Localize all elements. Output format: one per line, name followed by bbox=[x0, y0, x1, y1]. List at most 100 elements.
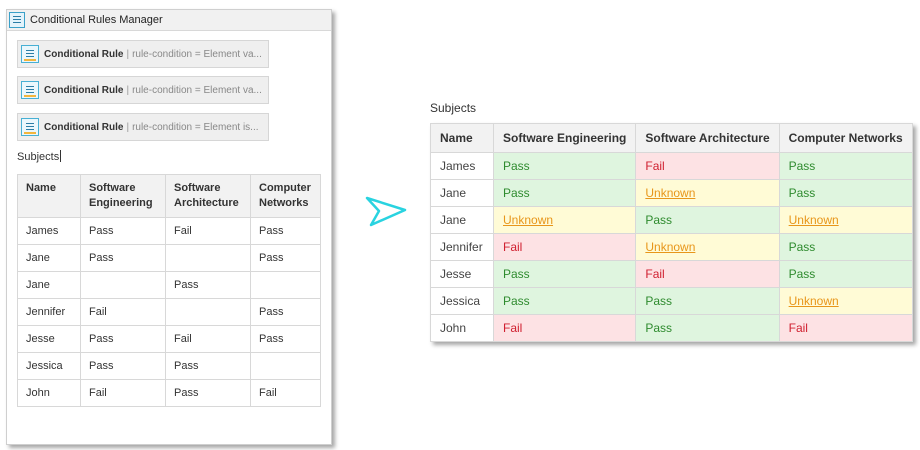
cell-computer-networks[interactable]: Fail bbox=[250, 379, 321, 407]
column-header-name: Name bbox=[17, 174, 81, 218]
cell-software-architecture[interactable]: Fail bbox=[165, 217, 251, 245]
cell-name[interactable]: Jennifer bbox=[17, 298, 81, 326]
table-row: Jessica Pass Pass bbox=[17, 352, 321, 380]
cell-software-engineering: Pass bbox=[492, 260, 637, 288]
table-row: Jane Pass bbox=[17, 271, 321, 299]
cell-software-engineering: Fail bbox=[492, 233, 637, 261]
cell-software-engineering[interactable]: Fail bbox=[80, 298, 166, 326]
conditional-rules-manager-panel: Conditional Rules Manager Conditional Ru… bbox=[6, 9, 332, 445]
cell-software-architecture[interactable]: Pass bbox=[165, 271, 251, 299]
column-header-computer-networks: Computer Networks bbox=[250, 174, 321, 218]
cell-software-architecture[interactable] bbox=[165, 244, 251, 272]
cell-software-engineering[interactable]: Pass bbox=[80, 244, 166, 272]
cell-software-engineering[interactable]: Pass bbox=[80, 352, 166, 380]
cell-software-architecture: Pass bbox=[635, 314, 780, 342]
column-header-software-engineering: Software Engineering bbox=[80, 174, 166, 218]
cell-software-engineering: Fail bbox=[492, 314, 637, 342]
column-header-computer-networks: Computer Networks bbox=[778, 123, 913, 153]
cell-computer-networks[interactable]: Unknown bbox=[778, 206, 913, 234]
cell-software-architecture: Fail bbox=[635, 152, 780, 180]
cell-computer-networks[interactable]: Pass bbox=[250, 325, 321, 353]
rule-condition: rule-condition = Element va... bbox=[132, 84, 262, 96]
source-table: Name Software Engineering Software Archi… bbox=[17, 174, 321, 407]
cell-software-architecture[interactable]: Pass bbox=[165, 352, 251, 380]
cell-software-architecture[interactable]: Fail bbox=[165, 325, 251, 353]
cell-name[interactable]: Jesse bbox=[17, 325, 81, 353]
cell-software-engineering: Pass bbox=[492, 287, 637, 315]
table-row: James Pass Fail Pass bbox=[17, 217, 321, 245]
column-header-software-architecture: Software Architecture bbox=[635, 123, 780, 153]
cell-computer-networks: Pass bbox=[778, 179, 913, 207]
rule-item-1[interactable]: Conditional Rule | rule-condition = Elem… bbox=[17, 40, 269, 68]
table-row: Jane Pass Unknown Pass bbox=[430, 179, 913, 207]
cell-name: Jesse bbox=[430, 260, 494, 288]
cell-software-engineering: Pass bbox=[492, 152, 637, 180]
cell-computer-networks[interactable]: Unknown bbox=[778, 287, 913, 315]
cell-computer-networks: Fail bbox=[778, 314, 913, 342]
table-row: Jennifer Fail Pass bbox=[17, 298, 321, 326]
cell-computer-networks[interactable]: Pass bbox=[250, 217, 321, 245]
cell-software-architecture[interactable]: Unknown bbox=[635, 233, 780, 261]
cell-software-architecture: Fail bbox=[635, 260, 780, 288]
cell-name: Jane bbox=[430, 206, 494, 234]
rule-condition: rule-condition = Element is... bbox=[132, 121, 259, 133]
table-row: Jesse Pass Fail Pass bbox=[17, 325, 321, 353]
table-caption-input[interactable]: Subjects bbox=[17, 150, 62, 163]
rule-item-2[interactable]: Conditional Rule | rule-condition = Elem… bbox=[17, 76, 269, 104]
cell-computer-networks[interactable] bbox=[250, 271, 321, 299]
rule-separator: | bbox=[126, 84, 130, 96]
cell-computer-networks[interactable]: Pass bbox=[250, 244, 321, 272]
panel-title: Conditional Rules Manager bbox=[30, 14, 163, 26]
column-header-software-engineering: Software Engineering bbox=[492, 123, 637, 153]
table-row: Jane Pass Pass bbox=[17, 244, 321, 272]
conditional-rule-icon bbox=[21, 45, 39, 63]
rule-separator: | bbox=[126, 48, 130, 60]
cell-software-engineering[interactable]: Fail bbox=[80, 379, 166, 407]
cell-name: John bbox=[430, 314, 494, 342]
rule-title: Conditional Rule bbox=[44, 48, 124, 60]
result-table: Name Software Engineering Software Archi… bbox=[430, 123, 913, 342]
result-table-container: Name Software Engineering Software Archi… bbox=[430, 123, 913, 342]
rule-condition: rule-condition = Element va... bbox=[132, 48, 262, 60]
cell-name[interactable]: John bbox=[17, 379, 81, 407]
rule-item-3[interactable]: Conditional Rule | rule-condition = Elem… bbox=[17, 113, 269, 141]
cell-software-architecture[interactable]: Unknown bbox=[635, 179, 780, 207]
cell-name: Jennifer bbox=[430, 233, 494, 261]
conditional-rule-icon bbox=[21, 118, 39, 136]
cell-software-architecture[interactable] bbox=[165, 298, 251, 326]
cell-name: Jessica bbox=[430, 287, 494, 315]
table-row: Jessica Pass Pass Unknown bbox=[430, 287, 913, 315]
rule-title: Conditional Rule bbox=[44, 121, 124, 133]
cell-computer-networks[interactable] bbox=[250, 352, 321, 380]
cell-computer-networks: Pass bbox=[778, 152, 913, 180]
table-row: John Fail Pass Fail bbox=[430, 314, 913, 342]
cell-software-engineering: Pass bbox=[492, 179, 637, 207]
rules-manager-icon bbox=[9, 12, 25, 28]
table-row: Jane Unknown Pass Unknown bbox=[430, 206, 913, 234]
cell-name[interactable]: James bbox=[17, 217, 81, 245]
cell-computer-networks[interactable]: Pass bbox=[250, 298, 321, 326]
cell-computer-networks: Pass bbox=[778, 260, 913, 288]
cell-name[interactable]: Jane bbox=[17, 244, 81, 272]
caption-text: Subjects bbox=[17, 151, 60, 163]
table-header-row: Name Software Engineering Software Archi… bbox=[17, 174, 321, 218]
cell-software-engineering[interactable]: Unknown bbox=[492, 206, 637, 234]
cell-name[interactable]: Jane bbox=[17, 271, 81, 299]
cell-name[interactable]: Jessica bbox=[17, 352, 81, 380]
rule-separator: | bbox=[126, 121, 130, 133]
text-caret bbox=[60, 150, 62, 162]
table-row: Jennifer Fail Unknown Pass bbox=[430, 233, 913, 261]
cell-name: Jane bbox=[430, 179, 494, 207]
cell-software-engineering[interactable]: Pass bbox=[80, 217, 166, 245]
cell-software-engineering[interactable] bbox=[80, 271, 166, 299]
result-table-caption: Subjects bbox=[430, 101, 477, 115]
cell-name: James bbox=[430, 152, 494, 180]
column-header-software-architecture: Software Architecture bbox=[165, 174, 251, 218]
send-arrow-icon bbox=[365, 196, 407, 227]
column-header-name: Name bbox=[430, 123, 494, 153]
cell-computer-networks: Pass bbox=[778, 233, 913, 261]
table-row: James Pass Fail Pass bbox=[430, 152, 913, 180]
table-row: John Fail Pass Fail bbox=[17, 379, 321, 407]
cell-software-engineering[interactable]: Pass bbox=[80, 325, 166, 353]
cell-software-architecture[interactable]: Pass bbox=[165, 379, 251, 407]
